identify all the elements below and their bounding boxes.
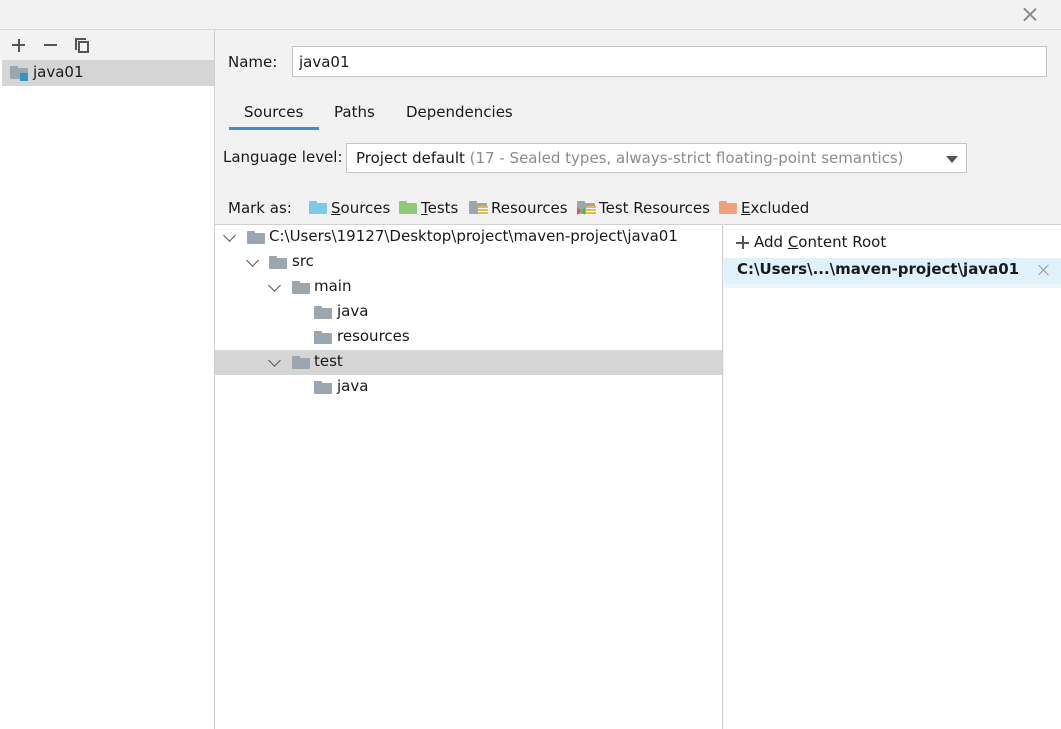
source-folder-tree[interactable]: C:\Users\19127\Desktop\project\maven-pro… (215, 224, 723, 729)
chevron-down-icon[interactable] (223, 229, 236, 242)
chevron-down-icon (946, 156, 958, 163)
resources-folder-icon (469, 201, 488, 215)
tree-row[interactable]: C:\Users\19127\Desktop\project\maven-pro… (215, 225, 722, 250)
content-roots-pane: Add Content Root C:\Users\...\maven-proj… (724, 224, 1061, 729)
mark-excluded-button[interactable]: Excluded (719, 199, 811, 221)
modules-pane: java01 (0, 30, 215, 729)
tree-row[interactable]: test (215, 350, 722, 375)
mark-sources-mnemonic: S (331, 199, 341, 217)
tree-row[interactable]: resources (215, 325, 722, 350)
mark-sources-label: ources (340, 199, 391, 217)
chevron-down-icon[interactable] (268, 279, 281, 292)
folder-icon (292, 356, 310, 369)
mark-test-resources-button[interactable]: Test Resources (577, 199, 711, 221)
mark-test-resources-label: Test Resources (599, 199, 710, 217)
plus-icon (736, 236, 749, 249)
mark-resources-button[interactable]: Resources (469, 199, 569, 221)
tree-row[interactable]: java (215, 300, 722, 325)
chevron-down-icon[interactable] (268, 354, 281, 367)
mark-tests-mnemonic: T (421, 199, 428, 217)
excluded-folder-icon (719, 201, 737, 214)
tree-row[interactable]: java (215, 375, 722, 400)
tree-row[interactable]: main (215, 275, 722, 300)
name-label: Name: (228, 53, 278, 71)
copy-icon[interactable] (72, 35, 92, 55)
language-level-select[interactable]: Project default (17 - Sealed types, alwa… (346, 143, 967, 173)
mark-tests-button[interactable]: Tests (399, 199, 461, 221)
close-icon[interactable] (1019, 4, 1041, 26)
content-root-path: C:\Users\...\maven-project\java01 (737, 260, 1020, 278)
mark-sources-button[interactable]: Sources (309, 199, 391, 221)
language-level-value: Project default (356, 149, 465, 167)
folder-icon (314, 331, 332, 344)
tab-dependencies-label: Dependencies (406, 103, 513, 121)
mark-tests-label: ests (427, 199, 459, 217)
folder-icon (292, 281, 310, 294)
content-root-item[interactable]: C:\Users\...\maven-project\java01 (724, 258, 1061, 288)
name-input[interactable] (292, 46, 1047, 77)
tree-row[interactable]: src (215, 250, 722, 275)
tree-label: main (314, 277, 352, 295)
chevron-down-icon[interactable] (246, 254, 259, 267)
tab-sources-label: Sources (244, 103, 304, 121)
add-content-root-label: ontent Root (798, 233, 887, 251)
folder-icon (247, 231, 265, 244)
tree-label: test (314, 352, 343, 370)
module-item-java01[interactable]: java01 (2, 60, 214, 86)
mark-as-label: Mark as: (228, 199, 292, 217)
folder-icon (269, 256, 287, 269)
tab-dependencies[interactable]: Dependencies (406, 100, 513, 130)
sources-folder-icon (309, 201, 327, 214)
minus-icon[interactable] (41, 35, 61, 55)
tab-paths[interactable]: Paths (334, 100, 375, 130)
module-folder-icon (10, 66, 28, 81)
tree-label: C:\Users\19127\Desktop\project\maven-pro… (269, 227, 678, 245)
add-content-root-mnemonic: C (787, 233, 799, 251)
module-label: java01 (33, 63, 84, 81)
add-content-root-prefix: Add (754, 233, 788, 251)
folder-icon (314, 306, 332, 319)
plus-icon[interactable] (9, 35, 29, 55)
test-resources-folder-icon (577, 201, 596, 215)
folder-icon (314, 381, 332, 394)
mark-as-bar: Mark as: Sources Tests Resources Test Re… (228, 199, 1058, 221)
close-icon[interactable] (1037, 263, 1051, 277)
tree-label: src (292, 252, 314, 270)
tree-label: java (337, 302, 369, 320)
tests-folder-icon (399, 201, 417, 214)
tree-label: java (337, 377, 369, 395)
language-level-hint: (17 - Sealed types, always-strict floati… (469, 149, 904, 167)
mark-excluded-label: xcluded (750, 199, 810, 217)
tab-sources[interactable]: Sources (229, 100, 319, 130)
module-settings: Name: Sources Paths Dependencies Languag… (215, 30, 1061, 729)
modules-toolbar (0, 30, 214, 60)
tab-paths-label: Paths (334, 103, 375, 121)
tree-label: resources (337, 327, 410, 345)
title-bar (0, 0, 1061, 30)
language-level-label: Language level: (223, 148, 343, 166)
mark-resources-label: Resources (491, 199, 568, 217)
